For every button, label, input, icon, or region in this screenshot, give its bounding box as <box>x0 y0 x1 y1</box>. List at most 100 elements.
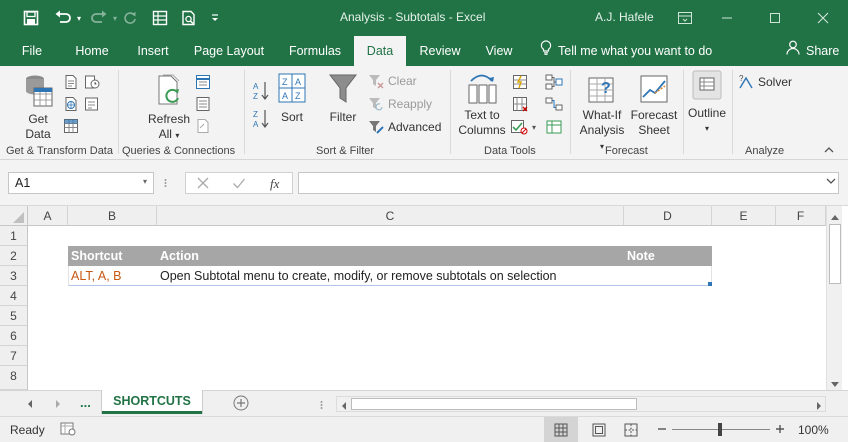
action-cell[interactable]: Open Subtotal menu to create, modify, or… <box>157 266 624 286</box>
formula-bar-grip[interactable] <box>164 172 167 194</box>
remove-duplicates-icon[interactable] <box>512 96 528 112</box>
row-header-2[interactable]: 2 <box>0 246 28 266</box>
note-cell[interactable] <box>624 266 712 286</box>
table-header-shortcut[interactable]: Shortcut <box>68 246 157 266</box>
scroll-right-icon[interactable] <box>815 400 823 414</box>
more-sheets-button[interactable]: ... <box>80 395 91 410</box>
get-data-button[interactable]: Get Data <box>18 72 58 142</box>
properties-icon[interactable] <box>195 96 211 112</box>
shortcut-cell[interactable]: ALT, A, B <box>68 266 157 286</box>
row-header-8[interactable]: 8 <box>0 366 28 390</box>
data-validation-button[interactable]: ▾ <box>510 119 536 135</box>
customize-toolbar-icon[interactable] <box>208 6 222 30</box>
row-header-6[interactable]: 6 <box>0 326 28 346</box>
redo-icon[interactable] <box>88 6 110 30</box>
reapply-button[interactable]: Reapply <box>368 96 432 112</box>
close-icon[interactable] <box>800 0 846 36</box>
sort-a-to-z-icon[interactable]: AZ <box>252 80 270 102</box>
next-sheet-icon[interactable] <box>54 398 62 412</box>
collapse-ribbon-icon[interactable] <box>824 146 834 154</box>
tab-review[interactable]: Review <box>412 36 468 66</box>
zoom-in-icon[interactable] <box>774 422 786 439</box>
previous-sheet-icon[interactable] <box>26 398 34 412</box>
queries-connections-icon[interactable] <box>195 74 211 90</box>
worksheet-grid[interactable]: A B C D E F 1 2 3 4 5 6 7 8 Shortcut Act… <box>0 206 848 390</box>
tell-me-box[interactable]: Tell me what you want to do <box>540 36 712 66</box>
column-header-f[interactable]: F <box>776 206 826 226</box>
clear-filter-button[interactable]: Clear <box>368 73 417 89</box>
row-header-5[interactable]: 5 <box>0 306 28 326</box>
existing-connections-icon[interactable] <box>84 96 100 112</box>
sheet-tab-shortcuts[interactable]: SHORTCUTS <box>102 390 202 414</box>
cancel-icon[interactable] <box>196 176 210 193</box>
maximize-icon[interactable] <box>752 0 798 36</box>
undo-dropdown-icon[interactable]: ▾ <box>74 6 84 30</box>
insert-function-button[interactable]: fx <box>270 176 279 192</box>
macro-recording-icon[interactable] <box>60 422 76 439</box>
page-break-preview-icon[interactable] <box>624 423 638 440</box>
enter-icon[interactable] <box>232 176 246 193</box>
sort-z-to-a-icon[interactable]: ZA <box>252 108 270 130</box>
row-header-7[interactable]: 7 <box>0 346 28 366</box>
name-box[interactable]: A1 ▾ <box>8 172 154 194</box>
tab-page-layout[interactable]: Page Layout <box>186 36 272 66</box>
save-icon[interactable] <box>20 6 42 30</box>
edit-links-icon[interactable] <box>195 118 211 134</box>
recent-sources-icon[interactable] <box>84 74 100 90</box>
subtotal-icon[interactable] <box>150 6 170 30</box>
horizontal-scrollbar[interactable] <box>336 396 826 412</box>
tab-file[interactable]: File <box>10 36 54 66</box>
select-all-button[interactable] <box>0 206 28 226</box>
from-text-csv-icon[interactable] <box>63 74 79 90</box>
vertical-scrollbar[interactable] <box>826 206 842 390</box>
new-sheet-icon[interactable] <box>233 395 249 414</box>
chevron-down-icon[interactable]: ▾ <box>143 177 147 186</box>
zoom-out-icon[interactable] <box>656 422 668 439</box>
column-header-d[interactable]: D <box>624 206 712 226</box>
ribbon-display-options-icon[interactable] <box>662 0 708 36</box>
zoom-slider-thumb[interactable] <box>718 423 722 436</box>
chevron-down-icon[interactable]: ▾ <box>532 123 536 132</box>
row-header-3[interactable]: 3 <box>0 266 28 286</box>
undo-icon[interactable] <box>52 6 74 30</box>
formula-input[interactable] <box>298 172 839 194</box>
row-header-4[interactable]: 4 <box>0 286 28 306</box>
manage-data-model-icon[interactable] <box>545 119 563 135</box>
expand-formula-bar-icon[interactable] <box>826 177 836 188</box>
horizontal-scroll-thumb[interactable] <box>351 398 637 410</box>
table-header-note[interactable]: Note <box>624 246 712 266</box>
filter-button[interactable]: Filter <box>324 72 362 125</box>
flash-fill-icon[interactable] <box>512 74 528 90</box>
scroll-left-icon[interactable] <box>340 400 348 414</box>
column-header-e[interactable]: E <box>712 206 776 226</box>
from-web-icon[interactable] <box>63 96 79 112</box>
table-resize-handle[interactable] <box>708 282 712 286</box>
tab-home[interactable]: Home <box>66 36 118 66</box>
from-table-icon[interactable] <box>63 118 79 134</box>
minimize-icon[interactable] <box>704 0 750 36</box>
column-header-b[interactable]: B <box>68 206 157 226</box>
row-header-1[interactable]: 1 <box>0 226 28 246</box>
normal-view-button[interactable] <box>544 417 578 442</box>
print-preview-icon[interactable] <box>178 6 200 30</box>
tab-formulas[interactable]: Formulas <box>280 36 350 66</box>
redo-dropdown-icon[interactable]: ▾ <box>110 6 120 30</box>
table-header-action[interactable]: Action <box>157 246 624 266</box>
horizontal-split-grip[interactable] <box>320 399 323 413</box>
tab-data[interactable]: Data <box>354 36 406 66</box>
tab-view[interactable]: View <box>476 36 522 66</box>
share-button[interactable]: Share <box>786 36 839 66</box>
tab-insert[interactable]: Insert <box>128 36 178 66</box>
vertical-scroll-thumb[interactable] <box>829 224 841 284</box>
sort-button[interactable]: Z A A Z Sort <box>274 72 310 125</box>
consolidate-icon[interactable] <box>545 74 563 90</box>
relationships-icon[interactable] <box>545 96 563 112</box>
repeat-icon[interactable] <box>120 6 140 30</box>
scroll-up-icon[interactable] <box>830 210 840 224</box>
user-name[interactable]: A.J. Hafele <box>595 10 654 24</box>
text-to-columns-button[interactable]: Text to Columns <box>456 72 508 138</box>
solver-button[interactable]: ? Solver <box>738 74 792 90</box>
advanced-filter-button[interactable]: Advanced <box>368 119 441 135</box>
refresh-all-button[interactable]: Refresh All ▾ <box>146 72 192 143</box>
what-if-analysis-button[interactable]: ? What-If Analysis ▾ <box>576 72 628 154</box>
